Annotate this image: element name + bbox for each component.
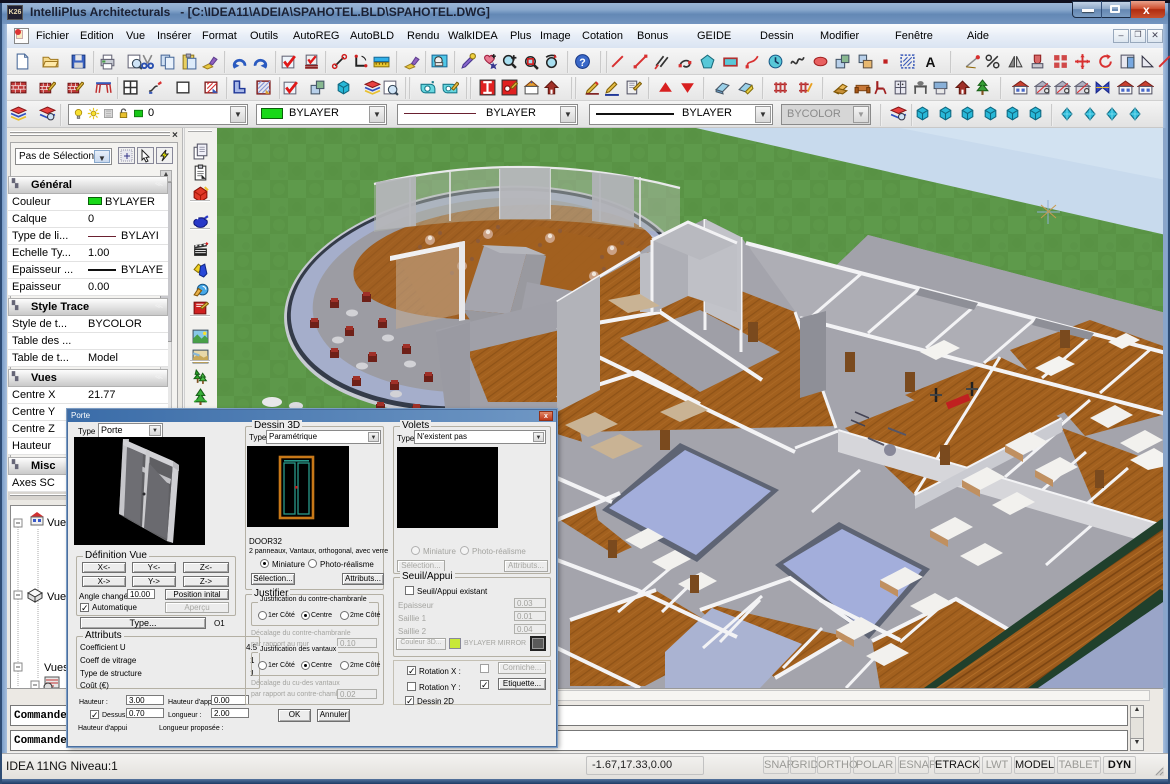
svg-text:Vues: Vues: [44, 662, 69, 674]
svg-text:Vue: Vue: [47, 591, 66, 603]
